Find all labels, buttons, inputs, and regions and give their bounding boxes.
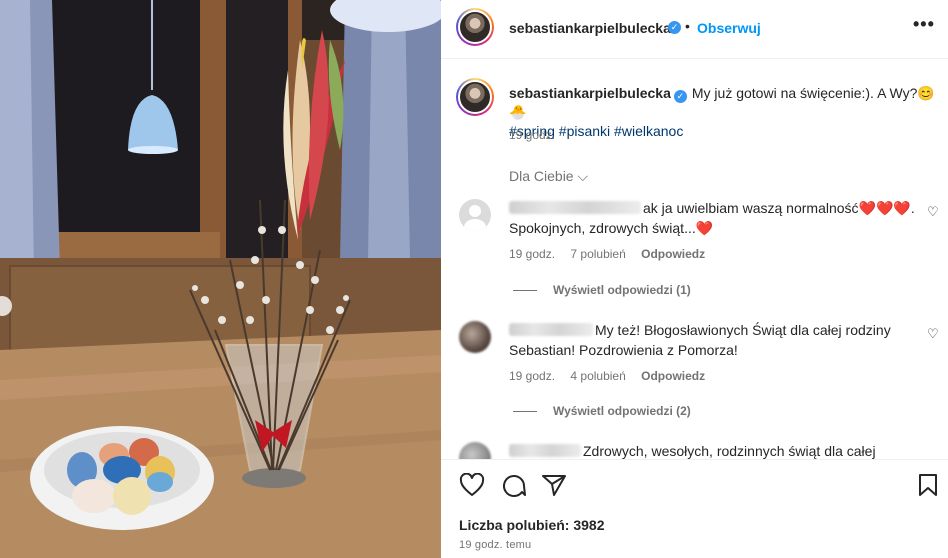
header-divider [441,58,948,59]
actions-divider [441,459,948,460]
comment-time: 19 godz. [509,247,556,261]
verified-icon: ✓ [673,90,687,103]
commenter-avatar[interactable] [459,199,491,231]
author-avatar[interactable] [456,8,494,46]
post-timestamp: 19 godz. temu [459,539,532,551]
comment-likes[interactable]: 7 polubień [570,247,625,261]
view-replies-button[interactable]: Wyświetl odpowiedzi (2) [513,404,691,418]
commenter-avatar[interactable] [459,321,491,353]
blurred-username [509,444,581,457]
comment-meta: 19 godz. 4 polubień Odpowiedz [509,369,717,383]
comment-item: Zdrowych, wesołych, rodzinnych świąt dla… [441,440,948,459]
comment-like-heart-icon[interactable]: ♡ [927,204,939,220]
separator-dot: • [685,18,690,34]
caption-time: 19 godz. [509,128,556,142]
reply-button[interactable]: Odpowiedz [641,369,705,383]
heart-icon[interactable] [459,473,485,497]
photo-scene [0,0,441,558]
comment-text: My też! Błogosławionych Świąt dla całej … [509,322,891,358]
post-side-panel: sebastiankarpielbulecka ✓ • Obserwuj •••… [441,0,948,558]
caption-username[interactable]: sebastiankarpielbulecka [509,85,671,101]
more-options-icon[interactable]: ••• [913,14,935,35]
reply-button[interactable]: Odpowiedz [641,247,705,261]
view-replies-button[interactable]: Wyświetl odpowiedzi (1) [513,283,691,297]
share-icon[interactable] [541,473,567,497]
comment-text: ak ja uwielbiam waszą normalność❤️❤️❤️. … [509,200,915,236]
follow-button[interactable]: Obserwuj [697,20,761,36]
post-header: sebastiankarpielbulecka ✓ • Obserwuj ••• [441,0,948,58]
post-actions: Liczba polubień: 3982 19 godz. temu [441,459,948,558]
author-username[interactable]: sebastiankarpielbulecka [509,20,671,36]
save-icon[interactable] [917,473,939,497]
post-photo[interactable] [0,0,441,558]
verified-icon: ✓ [668,21,681,34]
comment-like-heart-icon[interactable]: ♡ [927,326,939,342]
comment-filter-dropdown[interactable]: Dla Ciebie ⌵ [509,168,588,185]
post-caption: sebastiankarpielbulecka ✓ My już gotowi na… [509,84,939,141]
comment-time: 19 godz. [509,369,556,383]
commenter-avatar[interactable] [459,442,491,459]
comment-text: Zdrowych, wesołych, rodzinnych świąt dla… [509,441,929,459]
comment-icon[interactable] [501,473,527,497]
likes-count[interactable]: Liczba polubień: 3982 [459,517,604,533]
blurred-username [509,201,641,214]
comment-meta: 19 godz. 7 polubień Odpowiedz [509,247,717,261]
caption-avatar[interactable] [456,78,494,116]
comment-likes[interactable]: 4 polubień [570,369,625,383]
blurred-username [509,323,593,336]
